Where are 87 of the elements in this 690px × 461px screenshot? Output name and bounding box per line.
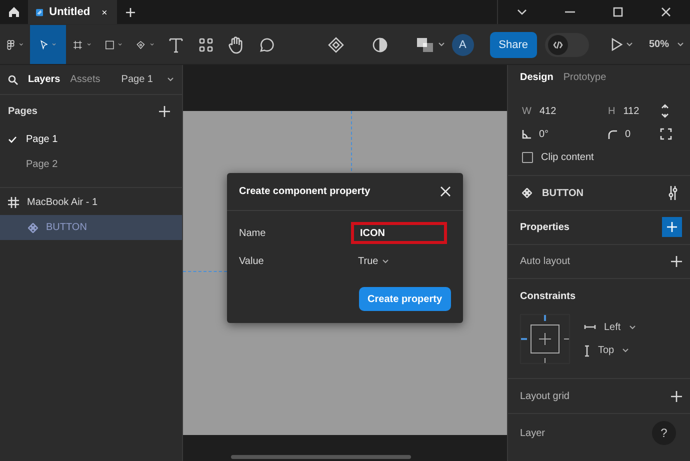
section-heading: Constraints [520, 291, 577, 302]
page-item[interactable]: Page 1 [0, 127, 182, 152]
horizontal-constraint-icon [584, 324, 596, 330]
tab-title: Untitled [49, 6, 90, 18]
field-label: Name [239, 228, 267, 238]
independent-corners-icon[interactable] [660, 128, 672, 140]
panel-tab[interactable]: Assets [70, 74, 100, 85]
page-item[interactable]: Page 2 [0, 152, 182, 177]
checkbox-label: Clip content [541, 152, 594, 164]
vertical-constraint-icon [584, 344, 590, 357]
plus-icon[interactable] [671, 390, 682, 402]
caret-icon [150, 42, 154, 47]
minimize-icon[interactable] [565, 11, 575, 13]
caret-icon [626, 42, 633, 47]
caret-icon [677, 42, 684, 47]
caret-icon [118, 42, 122, 47]
hand-icon [228, 36, 244, 54]
file-tab[interactable]: Untitled [28, 0, 117, 24]
layer-item[interactable]: BUTTON [0, 215, 182, 240]
zoom-menu[interactable]: 50% [649, 39, 670, 50]
home-icon[interactable] [8, 6, 20, 18]
panel-tab[interactable]: Layers [28, 74, 60, 85]
frame-icon [8, 197, 19, 208]
create-property-button[interactable]: Create property [358, 287, 451, 311]
adjust-icon[interactable] [668, 186, 678, 200]
panel-tab[interactable]: Prototype [563, 72, 606, 84]
close-icon[interactable] [440, 186, 451, 197]
maximize-icon[interactable] [613, 7, 623, 17]
scrollbar[interactable] [231, 455, 411, 459]
search-icon[interactable] [8, 74, 18, 84]
plus-icon[interactable] [159, 106, 170, 116]
component-icon [328, 36, 344, 52]
value-dropdown[interactable]: True [358, 256, 378, 266]
checkbox[interactable] [522, 152, 533, 164]
rotation-field[interactable]: 0° [539, 128, 549, 140]
caret-icon [18, 42, 23, 47]
dev-mode-toggle[interactable] [545, 32, 589, 56]
name-field[interactable]: ICON [351, 222, 447, 244]
panel-tab[interactable]: Design [520, 72, 554, 84]
add-button[interactable] [662, 217, 682, 238]
close-icon[interactable] [661, 7, 671, 17]
section-heading: Properties [520, 222, 570, 233]
constraints-drawing[interactable] [520, 314, 570, 364]
component-icon [522, 188, 532, 198]
dimension-field[interactable]: 112 [623, 106, 640, 117]
section-heading: Layout grid [520, 390, 570, 402]
check-icon [8, 136, 17, 143]
comment-icon [258, 36, 274, 52]
dialog-title: Create component property [239, 186, 372, 197]
close-icon[interactable] [102, 8, 107, 16]
user-avatar[interactable]: A [452, 34, 474, 56]
caret-icon [622, 348, 630, 354]
constrain-proportions-icon[interactable] [660, 104, 670, 118]
caret-icon [628, 324, 636, 330]
share-button[interactable]: Share [490, 32, 537, 58]
caret-icon [167, 77, 174, 82]
plus-icon [667, 222, 677, 232]
plus-icon[interactable] [124, 6, 136, 18]
component-name: BUTTON [542, 188, 584, 199]
plus-icon[interactable] [671, 256, 682, 268]
section-heading: Auto layout [520, 256, 570, 268]
radius-field[interactable]: 0 [625, 128, 631, 140]
contrast-icon [372, 36, 388, 52]
caret-icon [52, 42, 56, 47]
dimension-label: W [522, 106, 532, 117]
caret-icon [86, 42, 91, 47]
section-heading: Layer [520, 428, 546, 439]
constraint-dropdown[interactable]: Left [604, 322, 621, 333]
text-icon [168, 36, 183, 52]
help-button[interactable]: ? [652, 421, 676, 445]
pages-heading: Pages [8, 106, 38, 116]
field-label: Value [239, 256, 265, 266]
caret-icon [382, 258, 390, 264]
dimension-label: H [608, 106, 616, 117]
component-icon [28, 222, 38, 232]
resources-icon [198, 36, 214, 52]
play-icon[interactable] [611, 38, 623, 51]
boolean-icon [416, 36, 434, 52]
code-icon [553, 40, 563, 48]
dimension-field[interactable]: 412 [539, 106, 556, 117]
corner-radius-icon [608, 130, 617, 139]
caret-icon [438, 42, 445, 47]
layer-item[interactable]: MacBook Air - 1 [0, 190, 182, 215]
page-menu[interactable]: Page 1 [121, 74, 153, 85]
constraint-dropdown[interactable]: Top [598, 345, 614, 356]
rotation-icon [522, 130, 531, 139]
chevron-down-icon[interactable] [517, 9, 527, 15]
